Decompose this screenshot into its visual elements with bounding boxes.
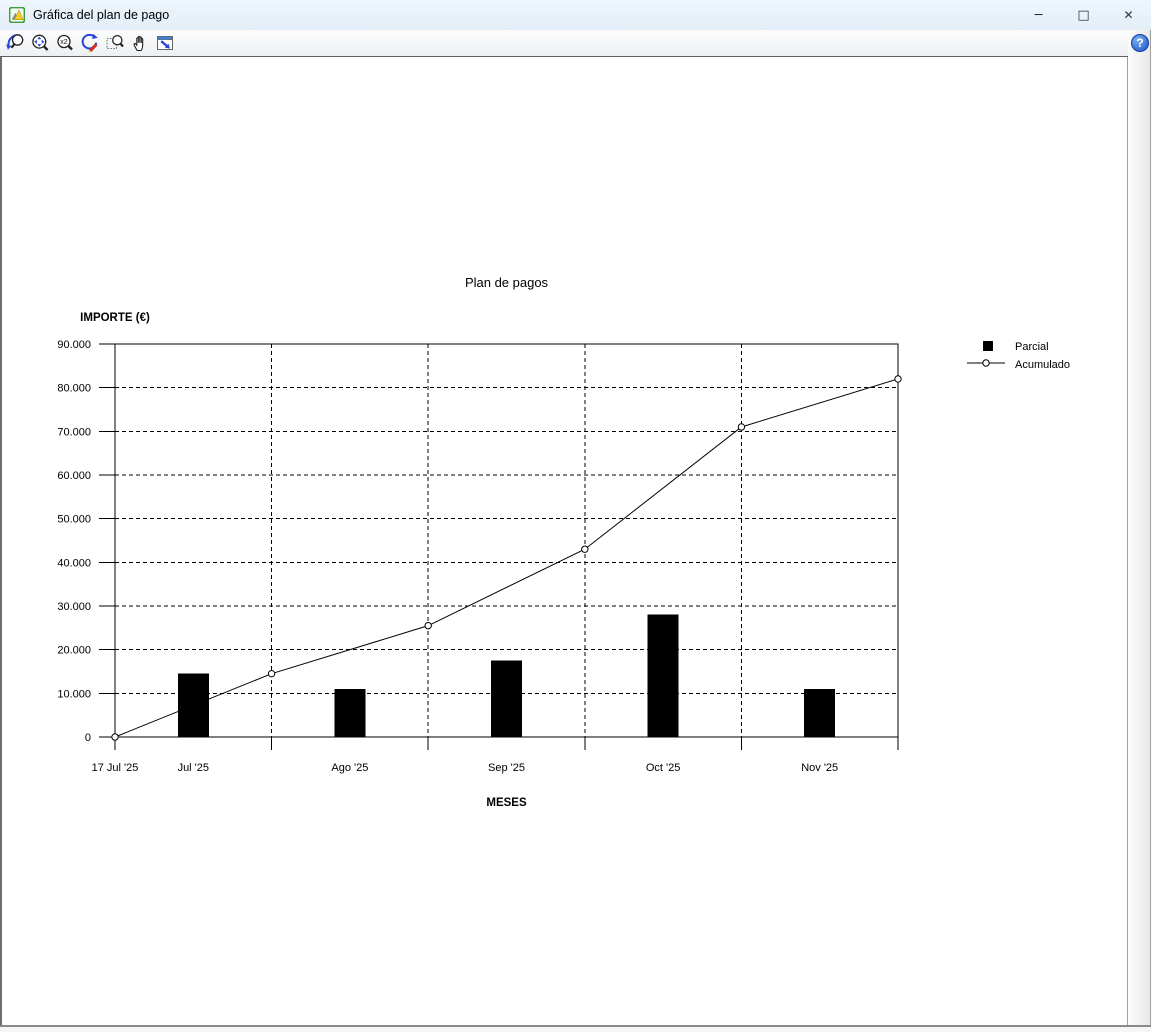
acumulado-marker (894, 375, 902, 383)
x-axis-title: MESES (486, 797, 527, 809)
x-tick-label: 17 Jul '25 (92, 762, 139, 774)
pan-hand-icon (133, 35, 143, 52)
zoom-previous-icon (5, 34, 23, 50)
chart-client-area: 0 10.000 20.000 30.000 40.000 50.000 60.000 70.… (2, 57, 1128, 1025)
acumulado-marker (581, 545, 589, 553)
y-tick-label: 10.000 (57, 688, 91, 700)
parcial-bar (491, 660, 522, 737)
minimize-button[interactable]: ─ (1016, 0, 1061, 30)
redraw-icon (81, 33, 98, 53)
zoom-window-icon (105, 34, 124, 50)
legend-parcial-swatch (983, 341, 993, 351)
parcial-bar (334, 688, 366, 737)
close-button[interactable]: ✕ (1106, 0, 1151, 30)
svg-text:x2: x2 (60, 39, 68, 46)
y-axis-title: IMPORTE (€) (80, 312, 150, 324)
x-tick-label: Oct '25 (646, 762, 681, 774)
y-tick-label: 20.000 (57, 645, 91, 657)
acumulado-marker (111, 733, 119, 741)
pan-button[interactable] (127, 31, 152, 55)
fit-to-window-button[interactable] (152, 31, 177, 55)
zoom-window-button[interactable] (102, 31, 127, 55)
acumulado-marker (424, 621, 432, 630)
x-tick-label: Sep '25 (488, 762, 525, 774)
x-tick-label: Jul '25 (178, 762, 209, 774)
window-bottom-shadow (0, 1027, 1151, 1032)
parcial-bar (804, 688, 836, 737)
x-tick-label: Ago '25 (331, 762, 368, 774)
y-tick-label: 0 (85, 732, 91, 744)
maximize-button[interactable]: □ (1061, 0, 1106, 30)
zoom-extents-button[interactable] (27, 31, 52, 55)
app-window: Gráfica del plan de pago ─ □ ✕ x2 ? 0 10… (0, 0, 1151, 1032)
zoom-2x-button[interactable]: x2 (52, 31, 77, 55)
acumulado-marker (267, 669, 276, 678)
window-left-edge (0, 57, 2, 1025)
redraw-button[interactable] (77, 31, 102, 55)
presto-chart-icon (9, 7, 25, 23)
zoom-2x-icon: x2 (56, 34, 73, 51)
parcial-bar (647, 614, 679, 737)
window-title: Gráfica del plan de pago (33, 8, 170, 22)
acumulado-marker (737, 423, 746, 431)
x-tick-label: Nov '25 (801, 762, 838, 774)
legend-acumulado-label: Acumulado (1015, 359, 1070, 371)
legend-parcial-label: Parcial (1015, 341, 1049, 353)
y-tick-label: 70.000 (57, 426, 91, 438)
y-tick-label: 80.000 (57, 383, 91, 395)
chart-title: Plan de pagos (465, 275, 549, 290)
titlebar: Gráfica del plan de pago ─ □ ✕ (0, 0, 1151, 30)
payment-plan-chart: 0 10.000 20.000 30.000 40.000 50.000 60.000 70.… (57, 275, 1070, 809)
y-tick-label: 90.000 (57, 339, 91, 351)
legend-acumulado-marker (982, 359, 990, 367)
zoom-extents-icon (31, 34, 48, 51)
y-tick-label: 50.000 (57, 514, 91, 526)
right-toolbar-strip (1128, 30, 1151, 1025)
help-icon[interactable]: ? (1131, 34, 1149, 52)
fit-window-icon (156, 36, 173, 50)
toolbar: x2 (0, 30, 1128, 57)
y-tick-label: 40.000 (57, 557, 91, 569)
y-tick-label: 60.000 (57, 470, 91, 482)
y-tick-label: 30.000 (57, 601, 91, 613)
window-controls: ─ □ ✕ (1016, 0, 1151, 30)
zoom-previous-button[interactable] (2, 31, 27, 55)
